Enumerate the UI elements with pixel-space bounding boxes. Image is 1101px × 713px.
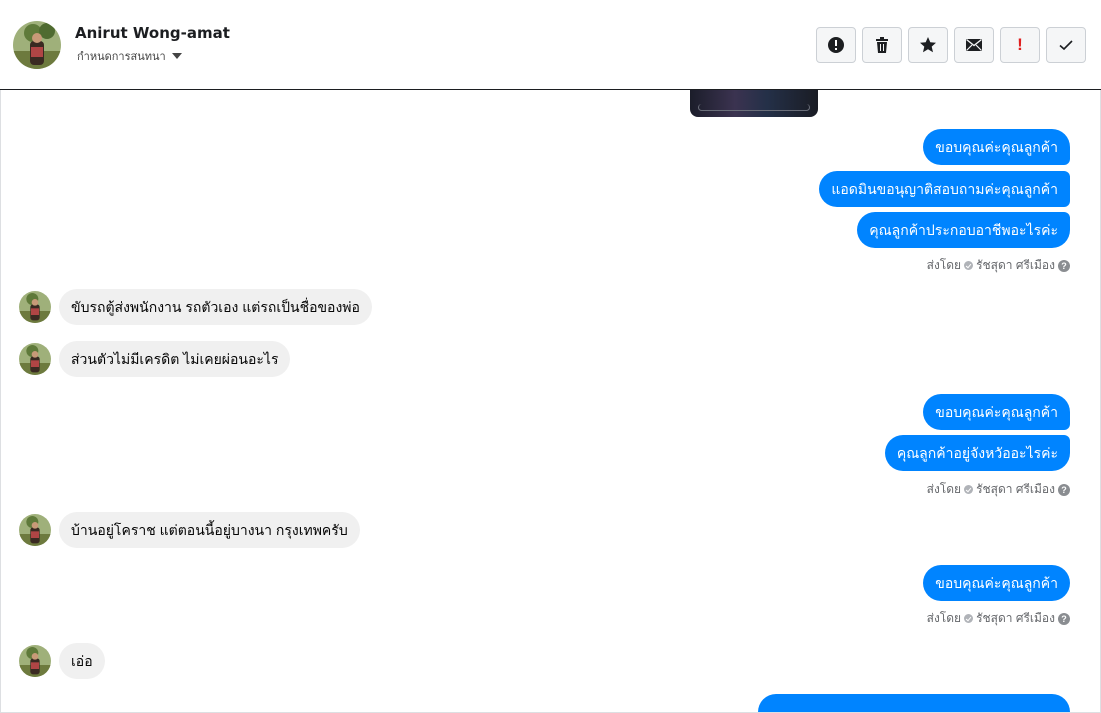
message-thread[interactable]: ขอบคุณค่ะคุณลูกค้า แอดมินขอนุญาติสอบถามค… xyxy=(0,90,1101,713)
caret-down-icon xyxy=(171,53,182,59)
outgoing-message[interactable]: ขอบคุณค่ะคุณลูกค้า xyxy=(923,565,1070,601)
incoming-message-row: ส่วนตัวไม่มีเครดิต ไม่เคยผ่อนอะไร xyxy=(19,341,291,377)
check-icon xyxy=(1059,40,1073,51)
help-icon[interactable]: ? xyxy=(1058,483,1070,496)
outgoing-message[interactable]: ขอบคุณค่ะคุณลูกค้า xyxy=(923,394,1070,430)
contact-avatar[interactable] xyxy=(19,645,51,677)
sent-by-label: ส่งโดย xyxy=(926,611,962,625)
contact-avatar[interactable] xyxy=(13,21,61,69)
star-button[interactable] xyxy=(908,27,948,63)
image-attachment[interactable] xyxy=(690,90,818,117)
incoming-message-row: ขับรถตู้ส่งพนักงาน รถตัวเอง แต่รถเป็นชื่… xyxy=(19,289,372,325)
outgoing-message[interactable]: แอดมินขอนุญาติสอบถามค่ะคุณลูกค้า xyxy=(819,171,1070,207)
contact-avatar[interactable] xyxy=(19,514,51,546)
exclamation-icon: ! xyxy=(1017,35,1023,54)
sent-by-info: ส่งโดย รัชสุดา ศรีเมือง ? xyxy=(927,480,1070,499)
outgoing-message[interactable]: คุณลูกค้าอยู่จังหวัออะไรค่ะ xyxy=(884,435,1070,471)
sent-by-info: ส่งโดย รัชสุดา ศรีเมือง ? xyxy=(927,256,1070,275)
envelope-icon xyxy=(966,38,982,51)
mark-unread-button[interactable] xyxy=(954,27,994,63)
incoming-message-row: เอ่อ xyxy=(19,643,105,679)
contact-avatar[interactable] xyxy=(19,291,51,323)
trash-icon xyxy=(876,37,888,53)
incoming-message[interactable]: เอ่อ xyxy=(59,643,105,679)
sent-by-info: ส่งโดย รัชสุดา ศรีเมือง ? xyxy=(927,609,1070,628)
sender-name: รัชสุดา ศรีเมือง xyxy=(976,611,1055,625)
incoming-message[interactable]: บ้านอยู่โคราช แต่ตอนนี้อยู่บางนา กรุงเทพ… xyxy=(59,512,360,548)
outgoing-message[interactable]: คุณลูกค้าประกอบอาชีพอะไรค่ะ xyxy=(857,212,1070,248)
incoming-message[interactable]: ขับรถตู้ส่งพนักงาน รถตัวเอง แต่รถเป็นชื่… xyxy=(59,289,372,325)
alert-circle-icon xyxy=(828,37,844,53)
assign-conversation-dropdown[interactable]: กำหนดการสนทนา xyxy=(77,47,182,65)
star-icon xyxy=(920,37,936,53)
contact-avatar[interactable] xyxy=(19,343,51,375)
assign-label: กำหนดการสนทนา xyxy=(77,50,166,63)
incoming-message[interactable]: ส่วนตัวไม่มีเครดิต ไม่เคยผ่อนอะไร xyxy=(59,341,291,377)
verified-check-icon xyxy=(964,614,974,623)
help-icon[interactable]: ? xyxy=(1058,259,1070,272)
sender-name: รัชสุดา ศรีเมือง xyxy=(976,482,1055,496)
sent-by-label: ส่งโดย xyxy=(926,258,962,272)
incoming-message-row: บ้านอยู่โคราช แต่ตอนนี้อยู่บางนา กรุงเทพ… xyxy=(19,512,360,548)
outgoing-message-partial[interactable] xyxy=(758,694,1070,713)
report-spam-button[interactable] xyxy=(816,27,856,63)
conversation-toolbar: ! xyxy=(816,27,1086,63)
important-button[interactable]: ! xyxy=(1000,27,1040,63)
sender-name: รัชสุดา ศรีเมือง xyxy=(976,258,1055,272)
outgoing-message[interactable]: ขอบคุณค่ะคุณลูกค้า xyxy=(923,129,1070,165)
verified-check-icon xyxy=(964,485,974,494)
verified-check-icon xyxy=(964,261,974,270)
contact-name[interactable]: Anirut Wong-amat xyxy=(75,24,230,42)
delete-button[interactable] xyxy=(862,27,902,63)
help-icon[interactable]: ? xyxy=(1058,612,1070,625)
mark-done-button[interactable] xyxy=(1046,27,1086,63)
conversation-header: Anirut Wong-amat กำหนดการสนทนา ! xyxy=(0,0,1101,90)
sent-by-label: ส่งโดย xyxy=(926,482,962,496)
